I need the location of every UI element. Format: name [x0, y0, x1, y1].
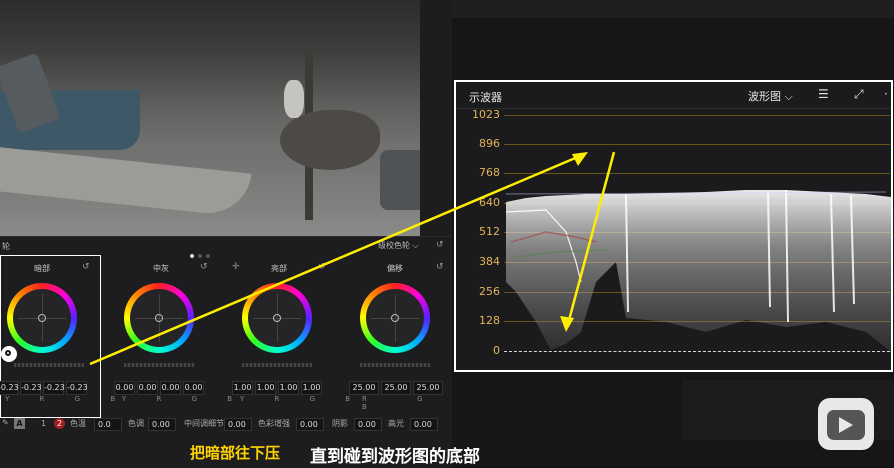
offset-label: 偏移	[387, 264, 403, 273]
crosshair-icon[interactable]: ✛	[232, 263, 240, 272]
offset-wheel-handle[interactable]	[391, 314, 399, 322]
tick-896: 896	[479, 137, 500, 150]
lift-label: 暗部	[34, 264, 50, 273]
gamma-reset-icon[interactable]: ↺	[200, 263, 208, 272]
lift-master-slider[interactable]	[14, 363, 84, 367]
bilibili-logo-icon	[818, 398, 874, 450]
gamma-wheel-handle[interactable]	[155, 314, 163, 322]
gamma-master-slider[interactable]	[124, 363, 194, 367]
offset-values[interactable]: 25.00 25.00 25.00	[349, 381, 445, 395]
tick-512: 512	[479, 225, 500, 238]
gamma-values[interactable]: 0.00 0.00 0.00 0.00	[114, 381, 206, 395]
tick-768: 768	[479, 166, 500, 179]
tick-640: 640	[479, 196, 500, 209]
gain-label: 亮部	[271, 264, 287, 273]
page-1-button[interactable]: 1	[38, 418, 49, 429]
scope-title: 示波器	[469, 91, 502, 104]
offset-reset-icon[interactable]: ↺	[436, 263, 444, 272]
midtone-detail-field[interactable]: 0.00	[224, 418, 252, 431]
midtone-detail-label: 中间调细节	[184, 419, 224, 428]
gain-wheel-handle[interactable]	[273, 314, 281, 322]
reset-all-icon[interactable]: ↺	[436, 241, 444, 250]
wheel-mode-dropdown[interactable]: 级校色轮 ⌵	[378, 240, 419, 251]
video-preview	[0, 0, 452, 236]
gamma-label: 中灰	[153, 264, 169, 273]
subtitle-highlight: 把暗部往下压	[190, 444, 281, 462]
gain-reset-icon[interactable]: ↺	[318, 263, 326, 272]
highlight-field[interactable]: 0.00	[410, 418, 438, 431]
tick-1023: 1023	[472, 108, 500, 121]
lift-wheel-handle[interactable]	[38, 314, 46, 322]
temp-field[interactable]: 0.0	[94, 418, 122, 431]
offset-master-slider[interactable]	[360, 363, 430, 367]
tick-256: 256	[479, 285, 500, 298]
tick-128: 128	[479, 314, 500, 327]
auto-balance-button[interactable]: A	[14, 418, 25, 429]
color-wheels-panel: 轮 级校色轮 ⌵ ↺ 暗部 ↺ -0.23 -0.23 -0.23 -0.23 Y R…	[0, 236, 452, 468]
primary-params-row: ✎ A 1 2 色温 0.0 色调 0.00 中间调细节 0.00 色彩增强 0…	[0, 417, 452, 433]
color-boost-label: 色彩增强	[258, 419, 290, 428]
subtitle-text: 直到碰到波形图的底部	[310, 447, 480, 467]
target-cursor-icon	[1, 346, 17, 362]
lift-reset-icon[interactable]: ↺	[82, 263, 90, 272]
shadow-field[interactable]: 0.00	[354, 418, 382, 431]
highlight-label: 高光	[388, 419, 404, 428]
color-boost-field[interactable]: 0.00	[296, 418, 324, 431]
panel-title: 轮	[2, 242, 10, 251]
tick-384: 384	[479, 255, 500, 268]
pelican	[280, 110, 380, 170]
temp-label: 色温	[70, 419, 86, 428]
page-dots[interactable]	[190, 243, 214, 262]
gain-values[interactable]: 1.00 1.00 1.00 1.00	[232, 381, 324, 395]
eyedropper-icon[interactable]: ✎	[2, 418, 9, 427]
waveform-trace	[506, 189, 891, 352]
tint-field[interactable]: 0.00	[148, 418, 176, 431]
shadow-label: 阴影	[332, 419, 348, 428]
tick-0: 0	[493, 344, 500, 357]
gain-master-slider[interactable]	[242, 363, 312, 367]
scope-panel: 示波器 波形图 ⌵ ☰ ⤢ · 1023 896 768 640 512 384…	[454, 80, 893, 372]
page-2-button[interactable]: 2	[54, 418, 65, 429]
tint-label: 色调	[128, 419, 144, 428]
lift-values[interactable]: -0.23 -0.23 -0.23 -0.23	[0, 381, 89, 395]
